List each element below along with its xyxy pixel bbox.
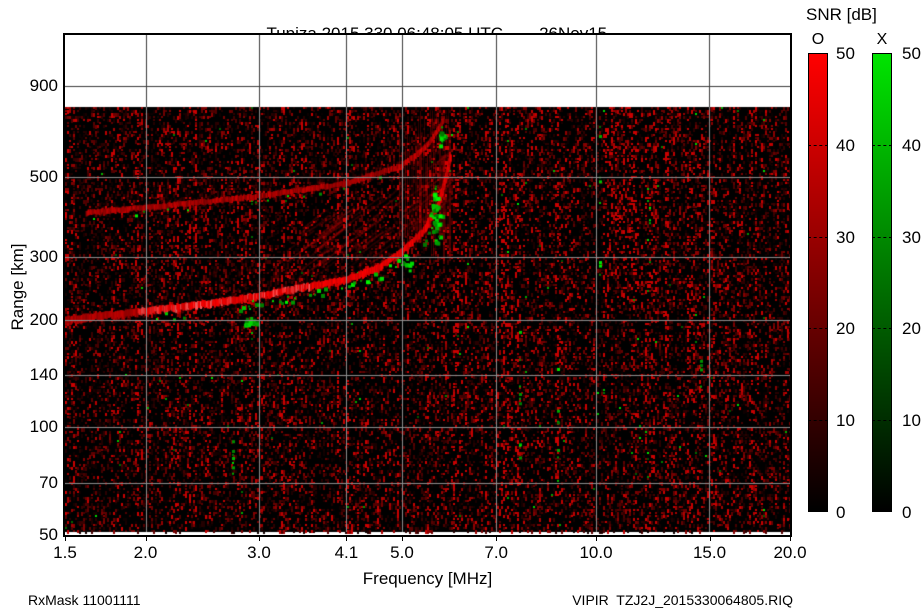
x-tick-mark bbox=[346, 537, 348, 541]
x-tick-mark bbox=[402, 537, 403, 541]
x-tick-mark bbox=[145, 537, 147, 541]
x-tick-mark bbox=[496, 537, 498, 541]
colorbar-tick-label: 50 bbox=[836, 44, 855, 63]
colorbar-tick-label: 30 bbox=[902, 227, 921, 247]
x-tick-label: 3.0 bbox=[247, 543, 271, 562]
ionogram-canvas bbox=[65, 35, 790, 535]
colorbar-o-gradient bbox=[808, 53, 828, 512]
colorbar-o-label: O bbox=[811, 31, 825, 48]
colorbar-tick-label: 20 bbox=[836, 319, 855, 339]
footer-filename: VIPIR TZJ2J_2015330064805.RIQ bbox=[572, 592, 793, 608]
x-tick-mark bbox=[596, 537, 597, 541]
colorbar-tick-label: 0 bbox=[836, 503, 846, 522]
colorbar-x-gradient bbox=[872, 53, 892, 512]
y-tick-label: 70 bbox=[39, 472, 58, 492]
colorbar-tick-dash bbox=[872, 236, 892, 238]
y-tick-label: 50 bbox=[39, 525, 58, 544]
x-tick-label: 15.0 bbox=[692, 543, 727, 562]
colorbar-tick-dash bbox=[872, 328, 892, 330]
y-tick-label: 100 bbox=[29, 417, 58, 437]
colorbar-x-label: X bbox=[876, 31, 888, 48]
colorbar-tick-label: 0 bbox=[902, 503, 912, 522]
ionogram-page: Tupiza 2015 330 06:48:05 UTC 26Nov15 SNR … bbox=[0, 0, 922, 614]
x-tick-label: 1.5 bbox=[53, 543, 77, 562]
plot-frame bbox=[63, 33, 792, 537]
colorbar-tick-label: 40 bbox=[836, 135, 855, 155]
x-tick-label: 5.0 bbox=[390, 543, 414, 562]
y-tick-label: 300 bbox=[29, 246, 58, 266]
colorbar-tick-label: 30 bbox=[836, 227, 855, 247]
footer-rxmask: RxMask 11001111 bbox=[28, 592, 141, 608]
y-tick-label: 500 bbox=[29, 167, 58, 187]
x-tick-mark bbox=[259, 537, 260, 541]
colorbar-tick-label: 50 bbox=[902, 44, 921, 63]
x-tick-label: 7.0 bbox=[484, 543, 508, 562]
y-axis-label: Range [km] bbox=[8, 243, 27, 331]
y-tick-label: 900 bbox=[29, 76, 58, 95]
colorbar-tick-dash bbox=[808, 144, 828, 146]
x-tick-mark bbox=[790, 537, 791, 541]
y-tick-label: 140 bbox=[29, 365, 58, 385]
colorbar-title: SNR [dB] bbox=[806, 5, 877, 24]
x-tick-mark bbox=[709, 537, 711, 541]
x-tick-label: 2.0 bbox=[133, 543, 158, 562]
colorbar-tick-dash bbox=[872, 144, 892, 146]
colorbar-tick-dash bbox=[808, 236, 828, 238]
colorbar-tick-label: 10 bbox=[836, 411, 855, 431]
colorbar-tick-label: 40 bbox=[902, 135, 921, 155]
colorbar-tick-label: 20 bbox=[902, 319, 921, 339]
x-tick-label: 20.0 bbox=[773, 543, 807, 562]
colorbar-tick-dash bbox=[808, 328, 828, 330]
y-tick-label: 200 bbox=[29, 309, 58, 329]
x-axis-label: Frequency [MHz] bbox=[362, 569, 493, 588]
colorbar-tick-dash bbox=[808, 420, 828, 422]
colorbar-tick-label: 10 bbox=[902, 411, 921, 431]
colorbar-tick-dash bbox=[872, 420, 892, 422]
x-tick-mark bbox=[65, 537, 66, 541]
x-tick-label: 4.1 bbox=[334, 543, 359, 562]
x-tick-label: 10.0 bbox=[579, 543, 613, 562]
